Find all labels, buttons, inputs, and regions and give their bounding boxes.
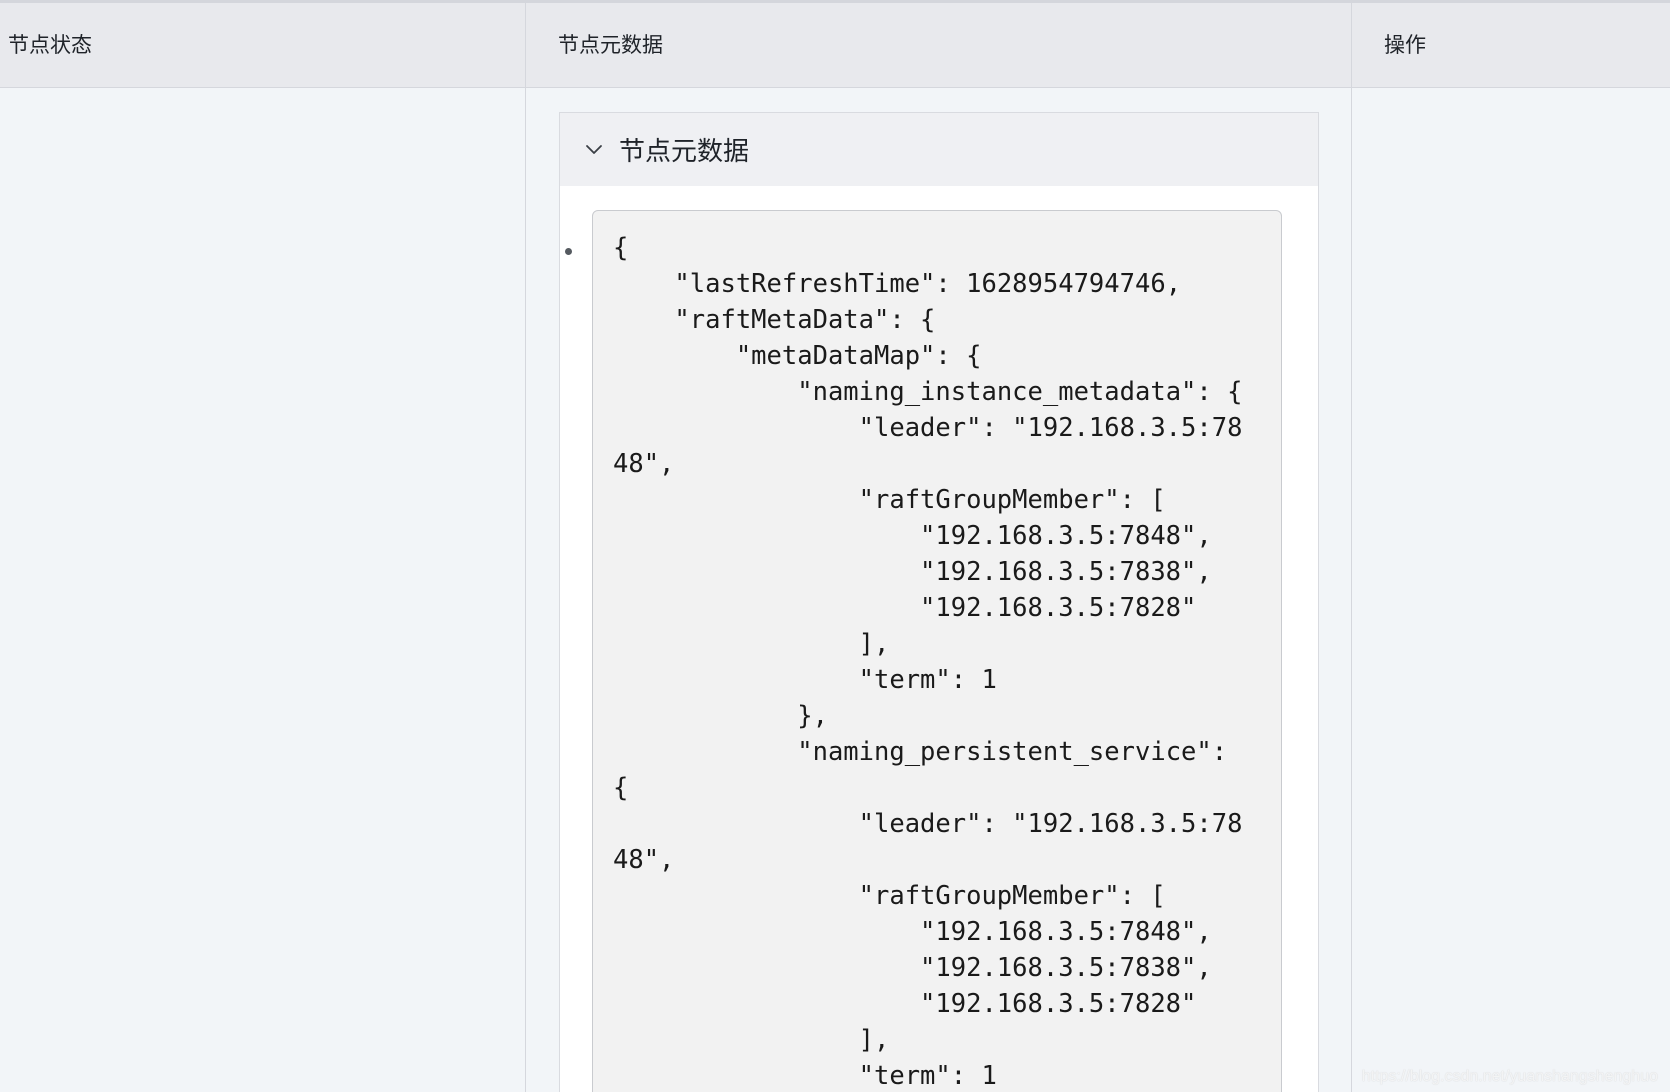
column-header-actions: 操作 bbox=[1384, 33, 1426, 57]
watermark: https://blog.csdn.net/yuanshangshenghuo bbox=[1361, 1068, 1658, 1085]
metadata-json-block: { "lastRefreshTime": 1628954794746, "raf… bbox=[592, 210, 1282, 1092]
metadata-json-text: { "lastRefreshTime": 1628954794746, "raf… bbox=[613, 233, 1243, 1091]
chevron-down-icon[interactable] bbox=[583, 139, 605, 161]
list-bullet bbox=[565, 248, 572, 255]
column-divider bbox=[525, 3, 526, 1092]
metadata-collapse-title: 节点元数据 bbox=[619, 137, 750, 167]
table-header: 节点状态 节点元数据 操作 bbox=[0, 3, 1670, 88]
cluster-node-table: 节点状态 节点元数据 操作 节点元数据 { "lastRefreshTime":… bbox=[0, 0, 1670, 1092]
column-divider bbox=[1351, 3, 1352, 1092]
column-header-node-metadata: 节点元数据 bbox=[558, 33, 663, 57]
column-header-node-status: 节点状态 bbox=[8, 33, 92, 57]
metadata-collapse-header[interactable]: 节点元数据 bbox=[560, 113, 1318, 186]
